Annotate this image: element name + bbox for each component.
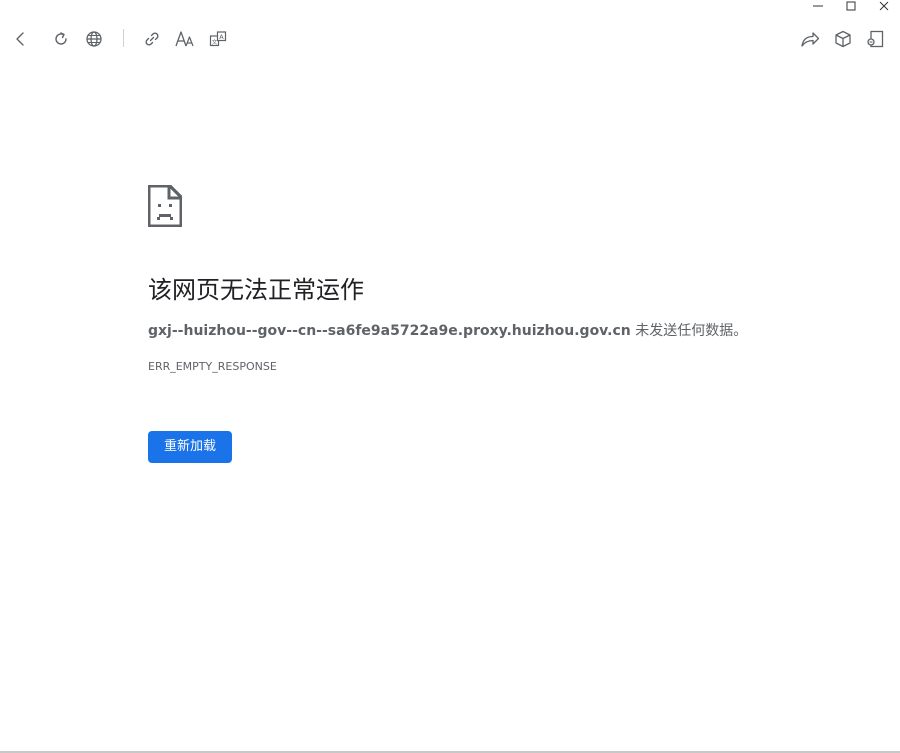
error-message: gxj--huizhou--gov--cn--sa6fe9a5722a9e.pr… [148, 320, 747, 342]
link-icon [145, 32, 159, 46]
cube-icon [835, 30, 851, 48]
back-arrow-icon [16, 32, 24, 46]
window-controls [801, 0, 900, 14]
maximize-button[interactable] [834, 0, 867, 12]
translate-icon: A 文 [209, 31, 227, 47]
close-button[interactable] [867, 0, 900, 12]
copy-link-button[interactable] [138, 25, 166, 53]
translate-button[interactable]: A 文 [204, 25, 232, 53]
minimize-icon [812, 5, 823, 7]
error-code: ERR_EMPTY_RESPONSE [148, 360, 277, 373]
minimize-button[interactable] [801, 0, 834, 12]
error-message-text: 未发送任何数据。 [630, 323, 748, 339]
globe-icon [86, 31, 102, 47]
back-button[interactable] [7, 25, 35, 53]
svg-text:文: 文 [212, 38, 218, 46]
text-size-icon [175, 31, 194, 47]
window-icon [867, 30, 884, 48]
reload-page-button[interactable]: 重新加载 [148, 431, 232, 463]
text-size-button[interactable] [171, 25, 199, 53]
share-button[interactable] [796, 25, 824, 53]
toolbar-separator [123, 29, 124, 47]
site-info-button[interactable] [80, 25, 108, 53]
reload-button[interactable] [47, 25, 75, 53]
window-button[interactable] [861, 25, 889, 53]
svg-text:A: A [219, 33, 224, 41]
maximize-icon [846, 1, 855, 11]
browser-toolbar: A 文 [0, 22, 900, 56]
reload-icon [55, 32, 67, 45]
sad-document-icon [148, 185, 182, 227]
error-title: 该网页无法正常运作 [148, 276, 364, 304]
error-host: gxj--huizhou--gov--cn--sa6fe9a5722a9e.pr… [148, 323, 631, 339]
share-icon [801, 32, 820, 47]
extensions-button[interactable] [829, 25, 857, 53]
close-icon [879, 1, 888, 11]
